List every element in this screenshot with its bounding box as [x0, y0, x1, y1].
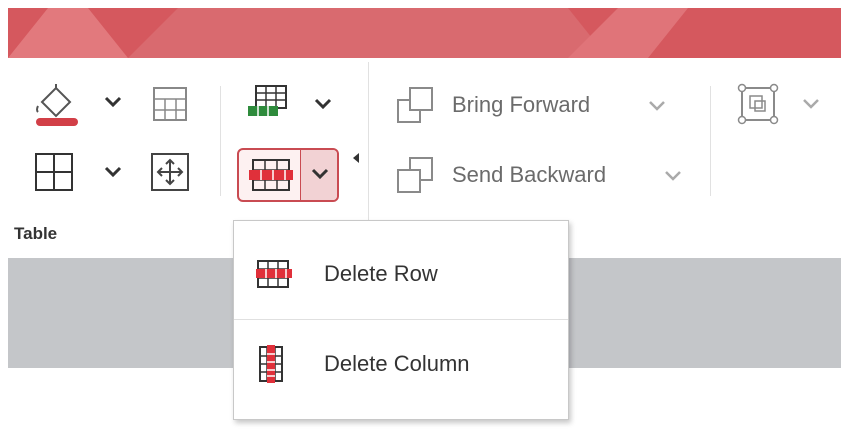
group-label-table: Table	[14, 224, 58, 243]
borders-icon[interactable]	[34, 152, 74, 192]
move-arrows-icon[interactable]	[150, 152, 190, 192]
delete-row-icon[interactable]	[247, 158, 295, 192]
window-frame	[0, 0, 8, 430]
send-backward-icon[interactable]	[396, 156, 436, 196]
menu-item-delete-column[interactable]: Delete Column	[234, 321, 568, 411]
chevron-down-icon[interactable]	[648, 100, 666, 112]
bring-forward-icon[interactable]	[396, 86, 436, 126]
table-grid-icon[interactable]	[152, 86, 188, 122]
chevron-down-icon[interactable]	[311, 168, 329, 180]
paint-bucket-icon[interactable]	[34, 80, 80, 128]
ribbon-separator	[220, 86, 221, 196]
chevron-down-icon[interactable]	[802, 98, 820, 110]
chevron-down-icon[interactable]	[104, 96, 122, 108]
menu-separator	[234, 319, 568, 320]
group-expand-icon[interactable]	[352, 152, 360, 164]
chevron-down-icon[interactable]	[104, 166, 122, 178]
delete-row-icon	[256, 260, 292, 288]
insert-row-icon[interactable]	[246, 84, 290, 120]
title-bar	[8, 8, 841, 58]
menu-item-delete-row[interactable]: Delete Row	[234, 231, 568, 321]
delete-column-icon	[259, 345, 283, 383]
ribbon-separator	[710, 86, 711, 196]
menu-item-label: Delete Row	[324, 261, 438, 286]
chevron-down-icon[interactable]	[314, 98, 332, 110]
delete-dropdown-menu: Delete Row Delete Column	[233, 220, 569, 420]
send-backward-label[interactable]: Send Backward	[452, 162, 606, 188]
bring-forward-label[interactable]: Bring Forward	[452, 92, 590, 118]
menu-item-label: Delete Column	[324, 351, 470, 376]
chevron-down-icon[interactable]	[664, 170, 682, 182]
title-bar-decoration	[8, 8, 688, 58]
selection-pane-icon[interactable]	[736, 82, 780, 126]
